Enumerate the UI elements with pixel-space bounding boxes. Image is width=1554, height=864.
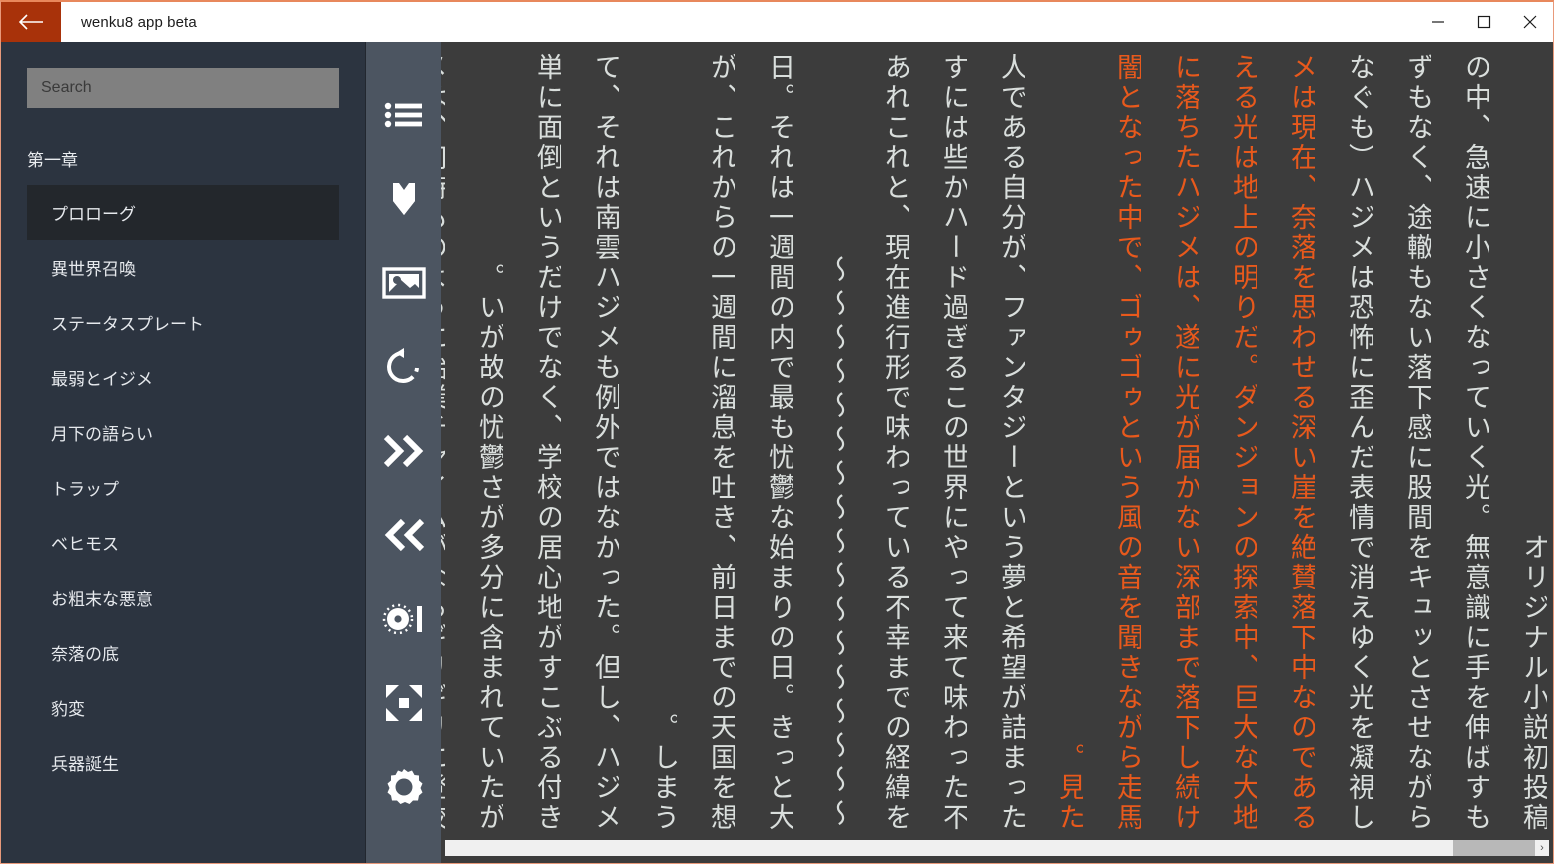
refresh-button[interactable] xyxy=(380,346,428,388)
bookmark-icon xyxy=(391,181,417,217)
reader-toolbar xyxy=(366,42,441,863)
chapter-item-1[interactable]: 異世界召喚 xyxy=(27,240,339,295)
text-columns: オリジナル小説初投稿 暗闇の中、急速に小さくなっていく光。無意識に手を伸ばすも … xyxy=(441,50,1547,833)
chapter-label: ベヒモス xyxy=(51,535,119,555)
chapter-label: 月下の語らい xyxy=(51,425,153,445)
text-column: しまう。 xyxy=(648,713,677,833)
close-button[interactable] xyxy=(1507,2,1553,42)
chapter-item-9[interactable]: 豹変 xyxy=(27,680,339,735)
minimize-button[interactable] xyxy=(1415,2,1461,42)
disc-icon xyxy=(381,600,427,638)
chapter-item-3[interactable]: 最弱とイジメ xyxy=(27,350,339,405)
text-column: のあれこれと、現在進行形で味わっている不幸までの経緯を。 xyxy=(880,50,909,833)
chapter-label: プロローグ xyxy=(51,205,136,225)
app-window: wenku8 app beta Search 第一章 プロローグ 異世界召喚 ス… xyxy=(0,0,1554,864)
scrollbar-right-arrow[interactable]: › xyxy=(1535,840,1549,856)
chapter-label: 奈落の底 xyxy=(51,645,119,665)
text-column-highlight: ハジメは現在、奈落を思わせる深い崖を絶賛落下中なのである xyxy=(1286,50,1315,833)
chapter-label: 最弱とイジメ xyxy=(51,370,153,390)
refresh-icon xyxy=(384,348,424,386)
back-arrow-icon xyxy=(18,13,44,31)
prev-chapter-button[interactable] xyxy=(380,514,428,556)
fullscreen-button[interactable] xyxy=(380,682,428,724)
text-column: 日本人である自分が、ファンタジーという夢と希望が詰まった xyxy=(996,50,1025,833)
text-column-highlight: け目に落ちたハジメは、遂に光が届かない深部まで落下し続け xyxy=(1170,50,1199,833)
brightness-button[interactable] xyxy=(380,598,428,640)
horizontal-scrollbar[interactable]: › xyxy=(441,833,1553,863)
text-column-separator: 〜〜〜〜〜〜〜〜〜〜〜〜〜〜〜〜〜 xyxy=(822,255,851,833)
list-icon xyxy=(384,100,424,130)
main-body: 第一章 プロローグ 異世界召喚 ステータスプレート 最弱とイジメ 月下の語らい … xyxy=(1,42,1553,863)
text-column-highlight: っ暗闇となった中で、ゴゥゴゥという風の音を聞きながら走馬 xyxy=(1112,50,1141,833)
text-column: で表すには些かハード過ぎるこの世界にやって来て味わった不 xyxy=(938,50,967,833)
toc-button[interactable] xyxy=(380,94,428,136)
text-column: 暗闇の中、急速に小さくなっていく光。無意識に手を伸ばすも xyxy=(1460,50,1489,833)
reader-pane: オリジナル小説初投稿 暗闇の中、急速に小さくなっていく光。無意識に手を伸ばすも … xyxy=(441,42,1553,863)
settings-button[interactable] xyxy=(380,766,428,808)
chapter-label: 豹変 xyxy=(51,700,85,720)
text-column: オリジナル小説初投稿 xyxy=(1518,533,1547,833)
image-icon xyxy=(381,266,426,300)
chapter-label: 兵器誕生 xyxy=(51,755,119,775)
text-column: ハジメは、何時ものように始業チャイムがなるギリギリに登校 xyxy=(441,50,445,833)
search-container xyxy=(1,42,365,132)
chapter-item-2[interactable]: ステータスプレート xyxy=(27,295,339,350)
reader-text-area[interactable]: オリジナル小説初投稿 暗闇の中、急速に小さくなっていく光。無意識に手を伸ばすも … xyxy=(441,42,1553,833)
text-column: いが故の忧鬱さが多分に含まれていたが。 xyxy=(474,263,503,833)
search-input[interactable] xyxy=(27,68,339,108)
window-controls xyxy=(1415,2,1553,42)
text-column: るはずもなく、途轍もない落下感に股間をキュッとさせながら xyxy=(1402,50,1431,833)
chevron-double-right-icon xyxy=(382,434,426,468)
title-bar: wenku8 app beta xyxy=(1,2,1553,42)
text-column: 合、単に面倒というだけでなく、学校の居心地がすこぶる付き xyxy=(532,50,561,833)
sidebar: 第一章 プロローグ 異世界召喚 ステータスプレート 最弱とイジメ 月下の語らい … xyxy=(1,42,366,863)
next-chapter-button[interactable] xyxy=(380,430,428,472)
page-title: wenku8 app beta xyxy=(81,13,197,31)
chevron-double-left-icon xyxy=(382,518,426,552)
chapter-group-title: 第一章 xyxy=(27,151,78,171)
chapter-label: ステータスプレート xyxy=(51,315,204,335)
text-column-highlight: 見た。 xyxy=(1054,743,1083,833)
text-column: 雲（なぐも）ハジメは恐怖に歪んだ表情で消えゆく光を凝視し xyxy=(1344,50,1373,833)
minimize-icon xyxy=(1431,16,1445,28)
illustrations-button[interactable] xyxy=(380,262,428,304)
chapter-item-0[interactable]: プロローグ xyxy=(27,185,339,240)
chapter-item-4[interactable]: 月下の語らい xyxy=(27,405,339,460)
text-column-highlight: に見える光は地上の明りだ。ダンジョンの探索中、巨大な大地 xyxy=(1228,50,1257,833)
text-column: 月曜日。それは一週間の内で最も忧鬱な始まりの日。きっと大 xyxy=(764,50,793,833)
chapter-item-5[interactable]: トラップ xyxy=(27,460,339,515)
chapter-item-8[interactable]: 奈落の底 xyxy=(27,625,339,680)
scrollbar-track[interactable]: › xyxy=(445,840,1549,856)
chapter-list[interactable]: 第一章 プロローグ 異世界召喚 ステータスプレート 最弱とイジメ 月下の語らい … xyxy=(1,132,365,863)
gear-icon xyxy=(384,767,424,807)
chapter-label: 異世界召喚 xyxy=(51,260,136,280)
chapter-label: トラップ xyxy=(51,480,119,500)
maximize-button[interactable] xyxy=(1461,2,1507,42)
text-column: の人が、これからの一週間に溜息を吐き、前日までの天国を想 xyxy=(706,50,735,833)
back-button[interactable] xyxy=(1,2,61,42)
chapter-item-7[interactable]: お粗末な悪意 xyxy=(27,570,339,625)
chapter-item-6[interactable]: ベヒモス xyxy=(27,515,339,570)
text-column: そして、それは南雲ハジメも例外ではなかった。但し、ハジメ xyxy=(590,50,619,833)
fullscreen-icon xyxy=(384,683,424,723)
maximize-icon xyxy=(1477,15,1491,29)
chapter-label: お粗末な悪意 xyxy=(51,590,153,610)
scrollbar-thumb[interactable] xyxy=(1453,840,1535,856)
close-icon xyxy=(1523,15,1537,29)
bookmark-button[interactable] xyxy=(380,178,428,220)
chapter-item-10[interactable]: 兵器誕生 xyxy=(27,735,339,790)
